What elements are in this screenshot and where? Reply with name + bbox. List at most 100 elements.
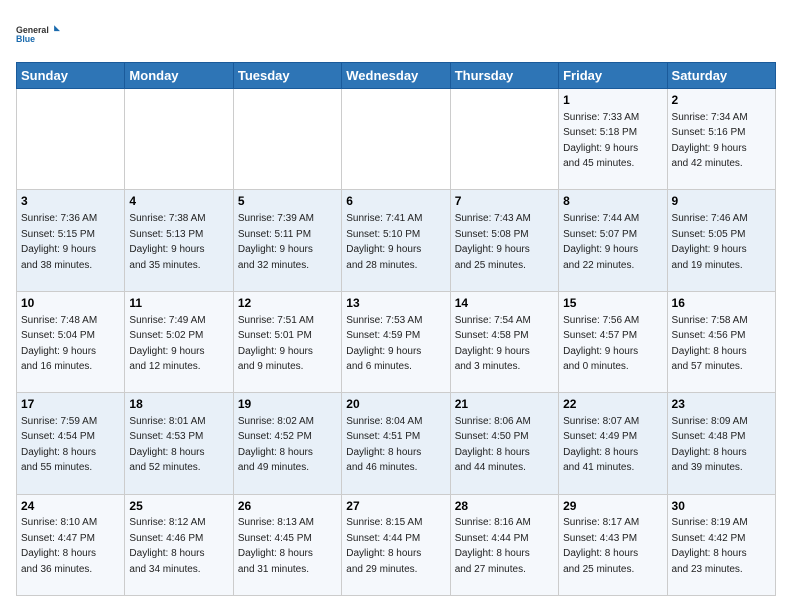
day-number: 30 (672, 498, 771, 515)
header-tuesday: Tuesday (233, 63, 341, 89)
day-info: Sunrise: 7:41 AMSunset: 5:10 PMDaylight:… (346, 213, 422, 271)
day-cell-0-2 (233, 89, 341, 190)
day-info: Sunrise: 7:33 AMSunset: 5:18 PMDaylight:… (563, 112, 639, 170)
day-number: 12 (238, 295, 337, 312)
header-thursday: Thursday (450, 63, 558, 89)
day-number: 27 (346, 498, 445, 515)
day-cell-0-3 (342, 89, 450, 190)
day-number: 6 (346, 193, 445, 210)
day-info: Sunrise: 7:48 AMSunset: 5:04 PMDaylight:… (21, 315, 97, 373)
day-cell-1-4: 7 Sunrise: 7:43 AMSunset: 5:08 PMDaylight… (450, 190, 558, 291)
week-row-1: 1 Sunrise: 7:33 AMSunset: 5:18 PMDaylight… (17, 89, 776, 190)
day-cell-1-6: 9Sunrise: 7:46 AMSunset: 5:05 PMDaylight… (667, 190, 775, 291)
day-info: Sunrise: 8:09 AMSunset: 4:48 PMDaylight:… (672, 416, 748, 474)
day-number: 19 (238, 396, 337, 413)
week-row-4: 17 Sunrise: 7:59 AMSunset: 4:54 PMDayligh… (17, 393, 776, 494)
day-number: 7 (455, 193, 554, 210)
day-cell-3-6: 23 Sunrise: 8:09 AMSunset: 4:48 PMDayligh… (667, 393, 775, 494)
header-saturday: Saturday (667, 63, 775, 89)
day-number: 28 (455, 498, 554, 515)
day-cell-0-4 (450, 89, 558, 190)
day-cell-4-5: 29 Sunrise: 8:17 AMSunset: 4:43 PMDayligh… (559, 494, 667, 595)
day-cell-1-2: 5 Sunrise: 7:39 AMSunset: 5:11 PMDaylight… (233, 190, 341, 291)
day-info: Sunrise: 8:15 AMSunset: 4:44 PMDaylight:… (346, 517, 422, 575)
day-info: Sunrise: 8:16 AMSunset: 4:44 PMDaylight:… (455, 517, 531, 575)
day-number: 1 (563, 92, 662, 109)
header-friday: Friday (559, 63, 667, 89)
header-sunday: Sunday (17, 63, 125, 89)
day-cell-2-4: 14Sunrise: 7:54 AMSunset: 4:58 PMDayligh… (450, 291, 558, 392)
day-number: 21 (455, 396, 554, 413)
day-number: 4 (129, 193, 228, 210)
day-cell-3-4: 21 Sunrise: 8:06 AMSunset: 4:50 PMDayligh… (450, 393, 558, 494)
logo: General Blue (16, 16, 60, 52)
day-info: Sunrise: 8:17 AMSunset: 4:43 PMDaylight:… (563, 517, 639, 575)
day-number: 16 (672, 295, 771, 312)
day-number: 3 (21, 193, 120, 210)
day-cell-2-0: 10 Sunrise: 7:48 AMSunset: 5:04 PMDayligh… (17, 291, 125, 392)
day-info: Sunrise: 8:19 AMSunset: 4:42 PMDaylight:… (672, 517, 748, 575)
day-cell-0-6: 2Sunrise: 7:34 AMSunset: 5:16 PMDaylight… (667, 89, 775, 190)
day-cell-2-6: 16Sunrise: 7:58 AMSunset: 4:56 PMDayligh… (667, 291, 775, 392)
svg-text:Blue: Blue (16, 34, 35, 44)
day-cell-4-3: 27 Sunrise: 8:15 AMSunset: 4:44 PMDayligh… (342, 494, 450, 595)
day-info: Sunrise: 7:54 AMSunset: 4:58 PMDaylight:… (455, 315, 531, 373)
calendar-body: 1 Sunrise: 7:33 AMSunset: 5:18 PMDaylight… (17, 89, 776, 596)
day-number: 2 (672, 92, 771, 109)
day-number: 17 (21, 396, 120, 413)
day-number: 25 (129, 498, 228, 515)
day-number: 5 (238, 193, 337, 210)
day-number: 22 (563, 396, 662, 413)
day-cell-0-0 (17, 89, 125, 190)
day-cell-0-5: 1 Sunrise: 7:33 AMSunset: 5:18 PMDaylight… (559, 89, 667, 190)
day-cell-4-4: 28 Sunrise: 8:16 AMSunset: 4:44 PMDayligh… (450, 494, 558, 595)
day-number: 10 (21, 295, 120, 312)
day-number: 18 (129, 396, 228, 413)
day-number: 23 (672, 396, 771, 413)
day-cell-2-3: 13 Sunrise: 7:53 AMSunset: 4:59 PMDayligh… (342, 291, 450, 392)
day-info: Sunrise: 8:10 AMSunset: 4:47 PMDaylight:… (21, 517, 97, 575)
day-number: 13 (346, 295, 445, 312)
day-cell-4-1: 25 Sunrise: 8:12 AMSunset: 4:46 PMDayligh… (125, 494, 233, 595)
day-cell-3-2: 19 Sunrise: 8:02 AMSunset: 4:52 PMDayligh… (233, 393, 341, 494)
week-row-2: 3 Sunrise: 7:36 AMSunset: 5:15 PMDaylight… (17, 190, 776, 291)
day-info: Sunrise: 7:39 AMSunset: 5:11 PMDaylight:… (238, 213, 314, 271)
day-cell-2-1: 11Sunrise: 7:49 AMSunset: 5:02 PMDayligh… (125, 291, 233, 392)
day-cell-1-0: 3 Sunrise: 7:36 AMSunset: 5:15 PMDaylight… (17, 190, 125, 291)
day-info: Sunrise: 7:43 AMSunset: 5:08 PMDaylight:… (455, 213, 531, 271)
day-number: 29 (563, 498, 662, 515)
week-row-3: 10 Sunrise: 7:48 AMSunset: 5:04 PMDayligh… (17, 291, 776, 392)
day-cell-3-0: 17 Sunrise: 7:59 AMSunset: 4:54 PMDayligh… (17, 393, 125, 494)
day-info: Sunrise: 8:01 AMSunset: 4:53 PMDaylight:… (129, 416, 205, 474)
day-info: Sunrise: 7:59 AMSunset: 4:54 PMDaylight:… (21, 416, 97, 474)
day-info: Sunrise: 8:04 AMSunset: 4:51 PMDaylight:… (346, 416, 422, 474)
day-number: 15 (563, 295, 662, 312)
day-number: 24 (21, 498, 120, 515)
day-info: Sunrise: 7:38 AMSunset: 5:13 PMDaylight:… (129, 213, 205, 271)
day-number: 8 (563, 193, 662, 210)
day-cell-4-2: 26Sunrise: 8:13 AMSunset: 4:45 PMDayligh… (233, 494, 341, 595)
header: General Blue (16, 16, 776, 52)
day-number: 11 (129, 295, 228, 312)
day-cell-4-6: 30 Sunrise: 8:19 AMSunset: 4:42 PMDayligh… (667, 494, 775, 595)
day-cell-2-2: 12 Sunrise: 7:51 AMSunset: 5:01 PMDayligh… (233, 291, 341, 392)
header-monday: Monday (125, 63, 233, 89)
day-info: Sunrise: 7:51 AMSunset: 5:01 PMDaylight:… (238, 315, 314, 373)
day-info: Sunrise: 8:07 AMSunset: 4:49 PMDaylight:… (563, 416, 639, 474)
day-cell-3-5: 22 Sunrise: 8:07 AMSunset: 4:49 PMDayligh… (559, 393, 667, 494)
day-info: Sunrise: 7:53 AMSunset: 4:59 PMDaylight:… (346, 315, 422, 373)
logo-svg: General Blue (16, 16, 60, 52)
calendar-table: SundayMondayTuesdayWednesdayThursdayFrid… (16, 62, 776, 596)
day-cell-4-0: 24 Sunrise: 8:10 AMSunset: 4:47 PMDayligh… (17, 494, 125, 595)
day-info: Sunrise: 7:36 AMSunset: 5:15 PMDaylight:… (21, 213, 97, 271)
day-info: Sunrise: 8:06 AMSunset: 4:50 PMDaylight:… (455, 416, 531, 474)
day-cell-2-5: 15Sunrise: 7:56 AMSunset: 4:57 PMDayligh… (559, 291, 667, 392)
day-cell-3-1: 18 Sunrise: 8:01 AMSunset: 4:53 PMDayligh… (125, 393, 233, 494)
day-info: Sunrise: 8:02 AMSunset: 4:52 PMDaylight:… (238, 416, 314, 474)
calendar-header-row: SundayMondayTuesdayWednesdayThursdayFrid… (17, 63, 776, 89)
day-info: Sunrise: 8:12 AMSunset: 4:46 PMDaylight:… (129, 517, 205, 575)
day-cell-1-5: 8Sunrise: 7:44 AMSunset: 5:07 PMDaylight… (559, 190, 667, 291)
header-wednesday: Wednesday (342, 63, 450, 89)
day-number: 9 (672, 193, 771, 210)
day-cell-3-3: 20Sunrise: 8:04 AMSunset: 4:51 PMDayligh… (342, 393, 450, 494)
